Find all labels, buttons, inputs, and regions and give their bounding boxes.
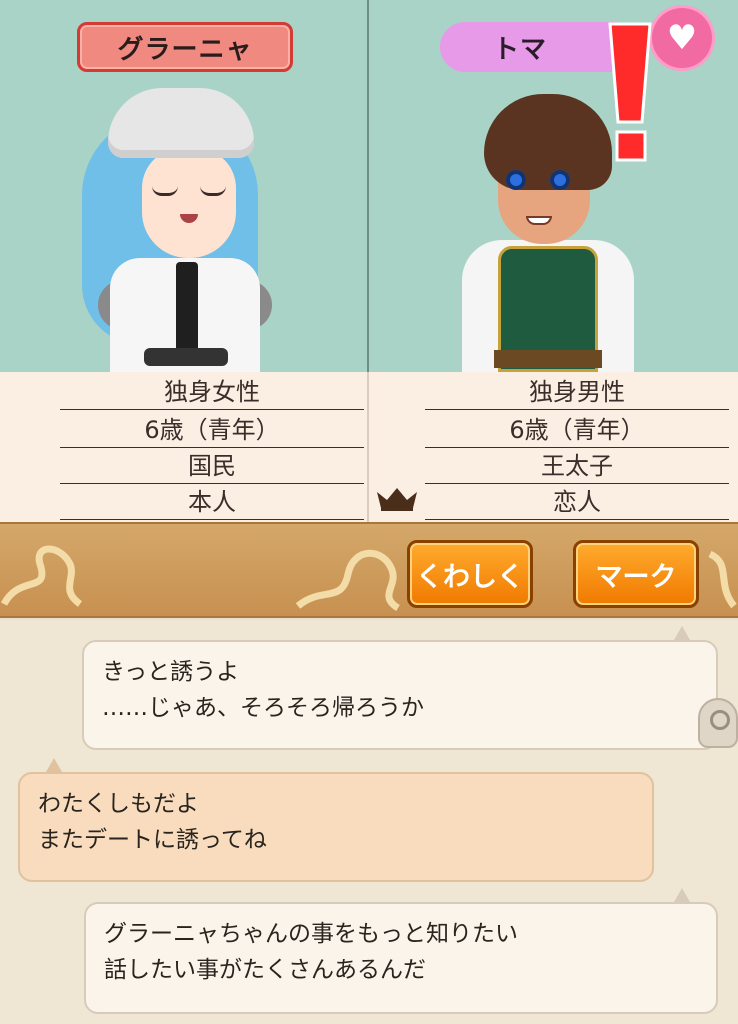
crown-icon [377,488,417,511]
mark-button[interactable]: マーク [573,540,699,608]
ornament-decoration [0,545,83,607]
tap-icon[interactable] [698,698,738,748]
female-marital-status: 独身女性 [60,374,364,410]
dialogue-line: またデートに誘ってね [38,827,267,853]
male-rank: 王太子 [425,448,729,484]
details-button[interactable]: くわしく [407,540,533,608]
male-name: トマ [492,34,547,65]
dialogue-line: グラーニャちゃんの事をもっと知りたい [104,921,518,947]
female-relation: 本人 [60,484,364,520]
female-rank: 国民 [60,448,364,484]
ornament-decoration [295,549,401,611]
dialogue-line: 話したい事がたくさんあるんだ [104,957,426,983]
dialogue-log[interactable]: きっと誘うよ ……じゃあ、そろそろ帰ろうか わたくしもだよ またデートに誘ってね… [0,620,738,1024]
dialogue-bubble-male: きっと誘うよ ……じゃあ、そろそろ帰ろうか [82,640,718,750]
heart-icon: ♥ [652,8,712,68]
action-bar: くわしく マーク [0,522,738,618]
dialogue-line: わたくしもだよ [38,791,199,817]
dialogue-line: きっと誘うよ [102,659,240,685]
male-relation: 恋人 [425,484,729,520]
male-marital-status: 独身男性 [425,374,729,410]
dialogue-bubble-male: グラーニャちゃんの事をもっと知りたい 話したい事がたくさんあるんだ [84,902,718,1014]
dialogue-line: ……じゃあ、そろそろ帰ろうか [102,695,424,721]
male-info-column: 独身男性 6歳（青年） 王太子 恋人 [369,372,738,522]
female-name-plate: グラーニャ [77,22,293,72]
profile-info-table: 独身女性 6歳（青年） 国民 本人 独身男性 6歳（青年） 王太子 恋人 [0,372,738,522]
ornament-decoration [708,550,737,609]
dialogue-bubble-female: わたくしもだよ またデートに誘ってね [18,772,654,882]
female-name: グラーニャ [117,34,253,65]
male-age: 6歳（青年） [425,412,729,448]
female-info-column: 独身女性 6歳（青年） 国民 本人 [0,372,369,522]
exclamation-icon [608,22,652,162]
female-age: 6歳（青年） [60,412,364,448]
